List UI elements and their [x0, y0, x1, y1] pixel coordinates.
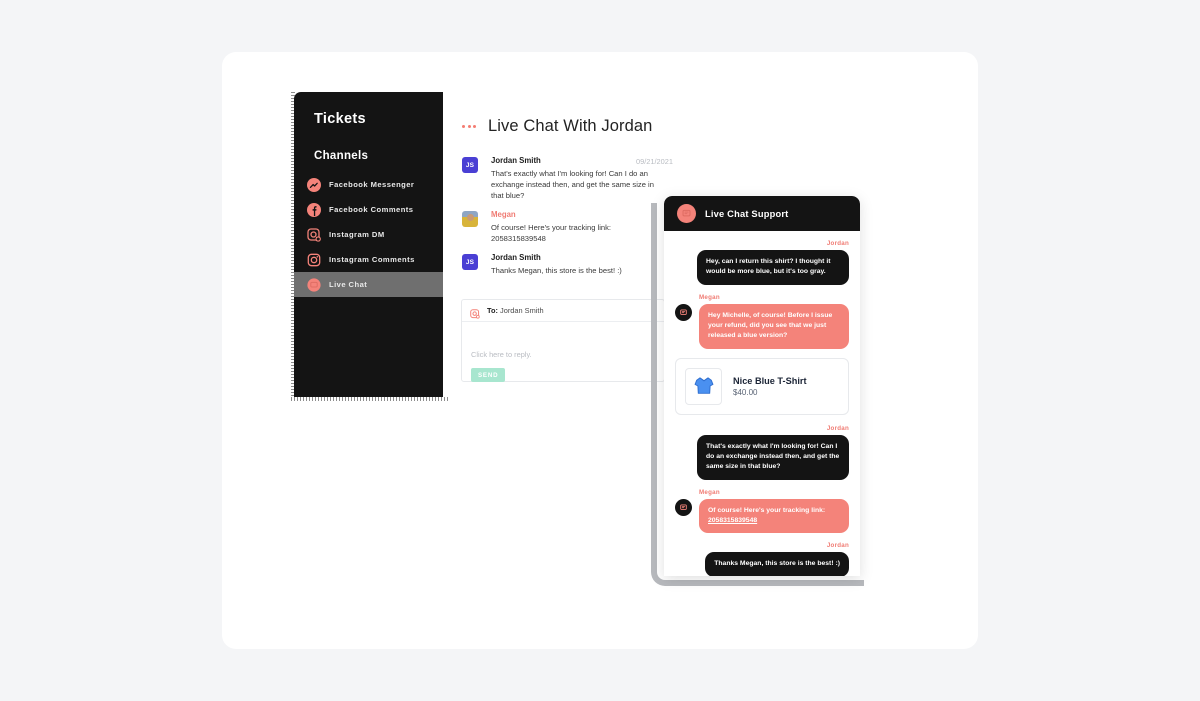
widget-message-bubble: Hey, can I return this shirt? I thought …	[697, 250, 849, 285]
instagram-dm-icon	[307, 227, 321, 242]
widget-message-bubble: That's exactly what I'm looking for! Can…	[697, 434, 849, 480]
widget-message-bubble: Thanks Megan, this store is the best! :)	[705, 552, 849, 576]
channels-section-label: Channels	[314, 150, 369, 162]
reply-input-placeholder[interactable]: Click here to reply.	[471, 350, 532, 359]
sidebar-item-facebook-messenger[interactable]: Facebook Messenger	[294, 172, 443, 197]
widget-message: Megan Of course! Here's your tracking li…	[675, 489, 849, 534]
widget-message-bubble: Hey Michelle, of course! Before I issue …	[699, 303, 849, 349]
sidebar-item-instagram-comments[interactable]: Instagram Comments	[294, 247, 443, 272]
chat-bubble-icon	[675, 498, 692, 516]
sidebar-title: Tickets	[314, 111, 366, 127]
message-sender: Megan	[491, 210, 516, 219]
sidebar-item-label: Instagram DM	[329, 230, 385, 239]
widget-message-sender: Jordan	[826, 240, 849, 247]
sidebar-item-live-chat[interactable]: Live Chat	[294, 272, 443, 297]
reply-recipient-text: To: Jordan Smith	[487, 306, 544, 315]
facebook-icon	[307, 202, 321, 217]
message-body: Of course! Here's your tracking link: 20…	[491, 223, 612, 243]
message-sender: Jordan Smith	[491, 156, 541, 165]
sidebar-item-label: Facebook Comments	[329, 205, 414, 214]
widget-message-bubble: Of course! Here's your tracking link: 20…	[699, 498, 849, 534]
product-name: Nice Blue T-Shirt	[733, 375, 807, 386]
widget-message-text: Of course! Here's your tracking link:	[708, 506, 826, 514]
widget-message: Jordan Thanks Megan, this store is the b…	[675, 542, 849, 576]
avatar	[462, 211, 478, 227]
reply-to-recipient: Jordan Smith	[500, 306, 544, 315]
reply-box[interactable]: To: Jordan Smith Click here to reply. SE…	[461, 299, 665, 382]
widget-title: Live Chat Support	[705, 208, 789, 219]
message-item: JS Jordan Smith Thanks Megan, this store…	[462, 253, 662, 276]
widget-message-sender: Jordan	[826, 424, 849, 432]
conversation-header: Live Chat With Jordan	[462, 117, 652, 136]
sidebar: Tickets Channels Facebook Messenger Face…	[294, 92, 443, 397]
sidebar-decorative-edge-bottom	[291, 397, 448, 401]
tracking-link[interactable]: 2058315839548	[708, 517, 757, 524]
avatar: JS	[462, 254, 478, 270]
blue-tshirt-icon	[685, 367, 722, 405]
page-title: Live Chat With Jordan	[488, 117, 653, 135]
message-item: Megan Of course! Here's your tracking li…	[462, 210, 662, 244]
message-body: That's exactly what I'm looking for! Can…	[491, 169, 654, 200]
instagram-icon	[307, 253, 321, 267]
widget-message-list: Jordan Hey, can I return this shirt? I t…	[664, 231, 860, 576]
product-price: $40.00	[733, 387, 758, 397]
reply-recipient-row: To: Jordan Smith	[462, 300, 664, 322]
message-item: JS Jordan Smith That's exactly what I'm …	[462, 156, 662, 201]
channel-list: Facebook Messenger Facebook Comments Ins…	[294, 172, 443, 297]
widget-header: Live Chat Support	[664, 196, 860, 231]
message-thread: JS Jordan Smith That's exactly what I'm …	[462, 156, 662, 285]
sidebar-item-label: Live Chat	[329, 280, 368, 289]
send-button[interactable]: SEND	[471, 368, 506, 382]
live-chat-icon	[307, 277, 321, 292]
widget-message: Jordan Hey, can I return this shirt? I t…	[675, 240, 849, 285]
sidebar-item-facebook-comments[interactable]: Facebook Comments	[294, 197, 443, 222]
chat-bubble-icon	[677, 204, 696, 223]
reply-to-prefix: To:	[487, 306, 498, 315]
message-sender: Jordan Smith	[491, 253, 541, 262]
sidebar-item-label: Facebook Messenger	[329, 180, 415, 189]
sidebar-item-label: Instagram Comments	[329, 255, 415, 264]
widget-message-sender: Megan	[699, 488, 720, 496]
instagram-dm-icon	[470, 306, 480, 319]
sidebar-item-instagram-dm[interactable]: Instagram DM	[294, 222, 443, 247]
widget-message: Megan Hey Michelle, of course! Before I …	[675, 294, 849, 349]
more-options-icon[interactable]	[462, 125, 476, 128]
conversation-pane: Live Chat With Jordan 09/21/2021 JS Jord…	[443, 92, 673, 397]
chat-bubble-icon	[675, 303, 692, 321]
avatar: JS	[462, 157, 478, 173]
widget-message-sender: Jordan	[826, 542, 849, 550]
widget-message-sender: Megan	[699, 293, 720, 301]
live-chat-widget: Live Chat Support Jordan Hey, can I retu…	[664, 196, 860, 576]
facebook-messenger-icon	[307, 177, 321, 192]
message-body: Thanks Megan, this store is the best! :)	[491, 266, 622, 275]
product-card[interactable]: Nice Blue T-Shirt $40.00	[675, 357, 849, 415]
widget-message: Jordan That's exactly what I'm looking f…	[675, 425, 849, 480]
